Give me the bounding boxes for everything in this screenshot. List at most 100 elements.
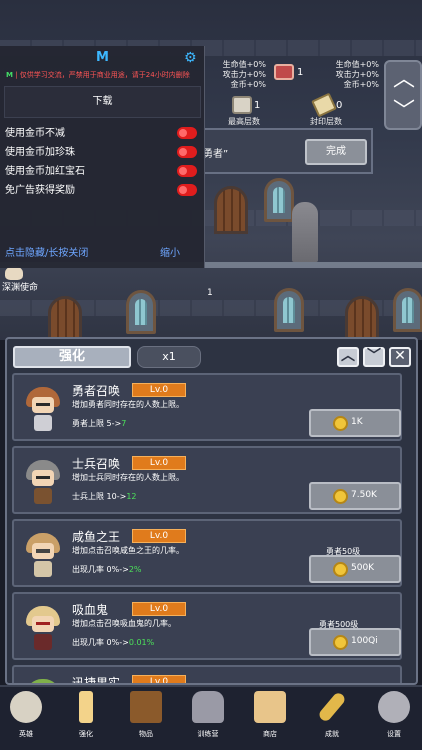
resource-stats-2: 生命值+0% 攻击力+0% 金币+0% — [335, 60, 379, 90]
scroll-icon — [311, 92, 337, 118]
quest-complete-button[interactable]: 完成 — [305, 139, 367, 165]
key-icon — [317, 690, 347, 724]
notice-prefix: M — [6, 71, 13, 79]
level-badge: Lv.0 — [132, 602, 186, 616]
mod-option[interactable]: 使用金币不减 — [5, 124, 197, 142]
coin-icon — [333, 562, 348, 577]
coin-icon — [333, 489, 348, 504]
nav-heroes[interactable]: 英雄 — [4, 689, 48, 749]
upgrade-stat: 出现几率 0%->0.01% — [72, 637, 154, 648]
nav-training[interactable]: 训练营 — [186, 689, 230, 749]
castle-window — [274, 288, 304, 332]
floor-nav: ︿ ﹀ — [384, 60, 422, 130]
max-floor-count: 1 — [254, 100, 261, 111]
max-floor-label: 最高层数 — [228, 117, 260, 126]
notice-text: 仅供学习交流，严禁用于商业用途，请于24小时内删除 — [19, 71, 190, 79]
toggle-switch[interactable] — [177, 184, 197, 196]
upgrade-panel: 强化 x1 ︿ ﹀ ✕ 勇者召唤 Lv.0 增加勇者同时存在的人数上限。 勇者上… — [5, 337, 418, 685]
candle-icon — [79, 691, 93, 723]
nav-label: 设置 — [387, 730, 401, 738]
resource-stats-1: 生命值+0% 攻击力+0% 金币+0% — [222, 60, 266, 90]
toggle-switch[interactable] — [177, 165, 197, 177]
mod-option[interactable]: 免广告获得奖励 — [5, 181, 197, 199]
upgrade-card: 咸鱼之王 Lv.0 增加点击召唤咸鱼之王的几率。 出现几率 0%->2% 勇者5… — [12, 519, 402, 587]
upgrade-desc: 增加士兵同时存在的人数上限。 — [72, 473, 184, 482]
nav-settings[interactable]: 设置 — [372, 689, 416, 749]
castle-door — [48, 296, 82, 340]
hp-bonus: 生命值+0% — [222, 60, 266, 69]
close-icon[interactable]: ✕ — [389, 347, 411, 367]
upgrade-card: 吸血鬼 Lv.0 增加点击召唤吸血鬼的几率。 出现几率 0%->0.01% 勇者… — [12, 592, 402, 660]
upgrade-desc: 增加点击召唤咸鱼之王的几率。 — [72, 546, 184, 555]
abyss-mission-label[interactable]: 深渊使命 — [2, 280, 38, 293]
stat-next: 12 — [126, 492, 137, 501]
mod-option[interactable]: 使用金币加珍珠 — [5, 143, 197, 161]
mod-option[interactable]: 使用金币加红宝石 — [5, 162, 197, 180]
salted-fish-king-portrait — [26, 533, 60, 577]
level-badge: Lv.0 — [132, 529, 186, 543]
vampire-portrait — [26, 606, 60, 650]
upgrade-card: 勇者召唤 Lv.0 增加勇者同时存在的人数上限。 勇者上限 5->7 1K — [12, 373, 402, 441]
upgrade-name: 迅捷果实 — [72, 676, 121, 685]
mod-option-label: 使用金币加珍珠 — [5, 147, 75, 158]
level-badge: Lv.0 — [132, 456, 186, 470]
nav-achievements[interactable]: 成就 — [310, 689, 354, 749]
nav-label: 成就 — [325, 730, 339, 738]
castle-window — [393, 288, 422, 332]
gear-icon[interactable]: ⚙ — [184, 50, 197, 66]
buy-price: 500K — [351, 563, 375, 573]
stat-next: 7 — [121, 419, 127, 428]
book-icon — [130, 691, 162, 723]
nav-label: 强化 — [79, 730, 93, 738]
bottom-nav: 英雄 强化 物品 训练营 商店 成就 设置 — [0, 685, 422, 750]
buy-button[interactable]: 500K — [309, 555, 401, 583]
player-avatar[interactable] — [5, 266, 23, 280]
download-button[interactable]: 下载 — [4, 86, 201, 118]
lantern-icon — [192, 691, 224, 723]
toggle-switch[interactable] — [177, 146, 197, 158]
castle-window — [264, 178, 294, 222]
buy-price: 7.50K — [351, 490, 377, 500]
buy-button[interactable]: 7.50K — [309, 482, 401, 510]
stat-current: 勇者上限 5-> — [72, 419, 122, 428]
buy-button[interactable]: 100Qi — [309, 628, 401, 656]
nav-label: 商店 — [263, 730, 277, 738]
upgrade-name: 勇者召唤 — [72, 384, 121, 398]
seal-floor-count: 0 — [336, 100, 343, 111]
minimize-link[interactable]: 缩小 — [160, 244, 180, 259]
upgrade-name: 士兵召唤 — [72, 457, 121, 471]
chevron-up-icon[interactable]: ︿ — [337, 347, 359, 367]
nav-items[interactable]: 物品 — [124, 689, 168, 749]
upgrade-stat: 出现几率 0%->2% — [72, 564, 142, 575]
upgrade-list[interactable]: 勇者召唤 Lv.0 增加勇者同时存在的人数上限。 勇者上限 5->7 1K 士兵… — [12, 373, 410, 685]
attack-bonus: 攻击力+0% — [335, 70, 379, 79]
upgrade-name: 吸血鬼 — [72, 603, 109, 617]
nav-label: 物品 — [139, 730, 153, 738]
buy-price: 100Qi — [351, 636, 378, 646]
chevron-up-icon[interactable]: ︿ — [390, 66, 418, 94]
mod-menu: M ⚙ M | 仅供学习交流，严禁用于商业用途，请于24小时内删除 下载 使用金… — [0, 46, 205, 268]
nav-label: 训练营 — [197, 730, 219, 738]
nav-upgrade[interactable]: 强化 — [64, 689, 108, 749]
quest-banner: 勇者” 完成 — [203, 128, 373, 174]
upgrade-card: 迅捷果实 Lv.0 — [12, 665, 402, 685]
nav-shop[interactable]: 商店 — [248, 689, 292, 749]
ruby-count: 1 — [297, 67, 304, 78]
toggle-switch[interactable] — [177, 127, 197, 139]
tab-upgrade[interactable]: 强化 — [13, 346, 131, 368]
soldier-portrait — [26, 460, 60, 504]
upgrade-name: 咸鱼之王 — [72, 530, 121, 544]
upgrade-stat: 勇者上限 5->7 — [72, 418, 126, 429]
chevron-down-icon[interactable]: ﹀ — [390, 98, 418, 126]
hero-portrait — [26, 387, 60, 431]
mug-icon — [254, 691, 286, 723]
mod-option-label: 使用金币不减 — [5, 128, 65, 139]
multiplier-button[interactable]: x1 — [137, 346, 201, 368]
hide-menu-link[interactable]: 点击隐藏/长按关闭 — [5, 244, 88, 259]
castle-door — [214, 186, 248, 234]
stat-next: 2% — [128, 565, 142, 574]
chevron-down-icon[interactable]: ﹀ — [363, 347, 385, 367]
stat-current: 出现几率 0%-> — [72, 565, 129, 574]
stat-next: 0.01% — [128, 638, 155, 647]
buy-button[interactable]: 1K — [309, 409, 401, 437]
